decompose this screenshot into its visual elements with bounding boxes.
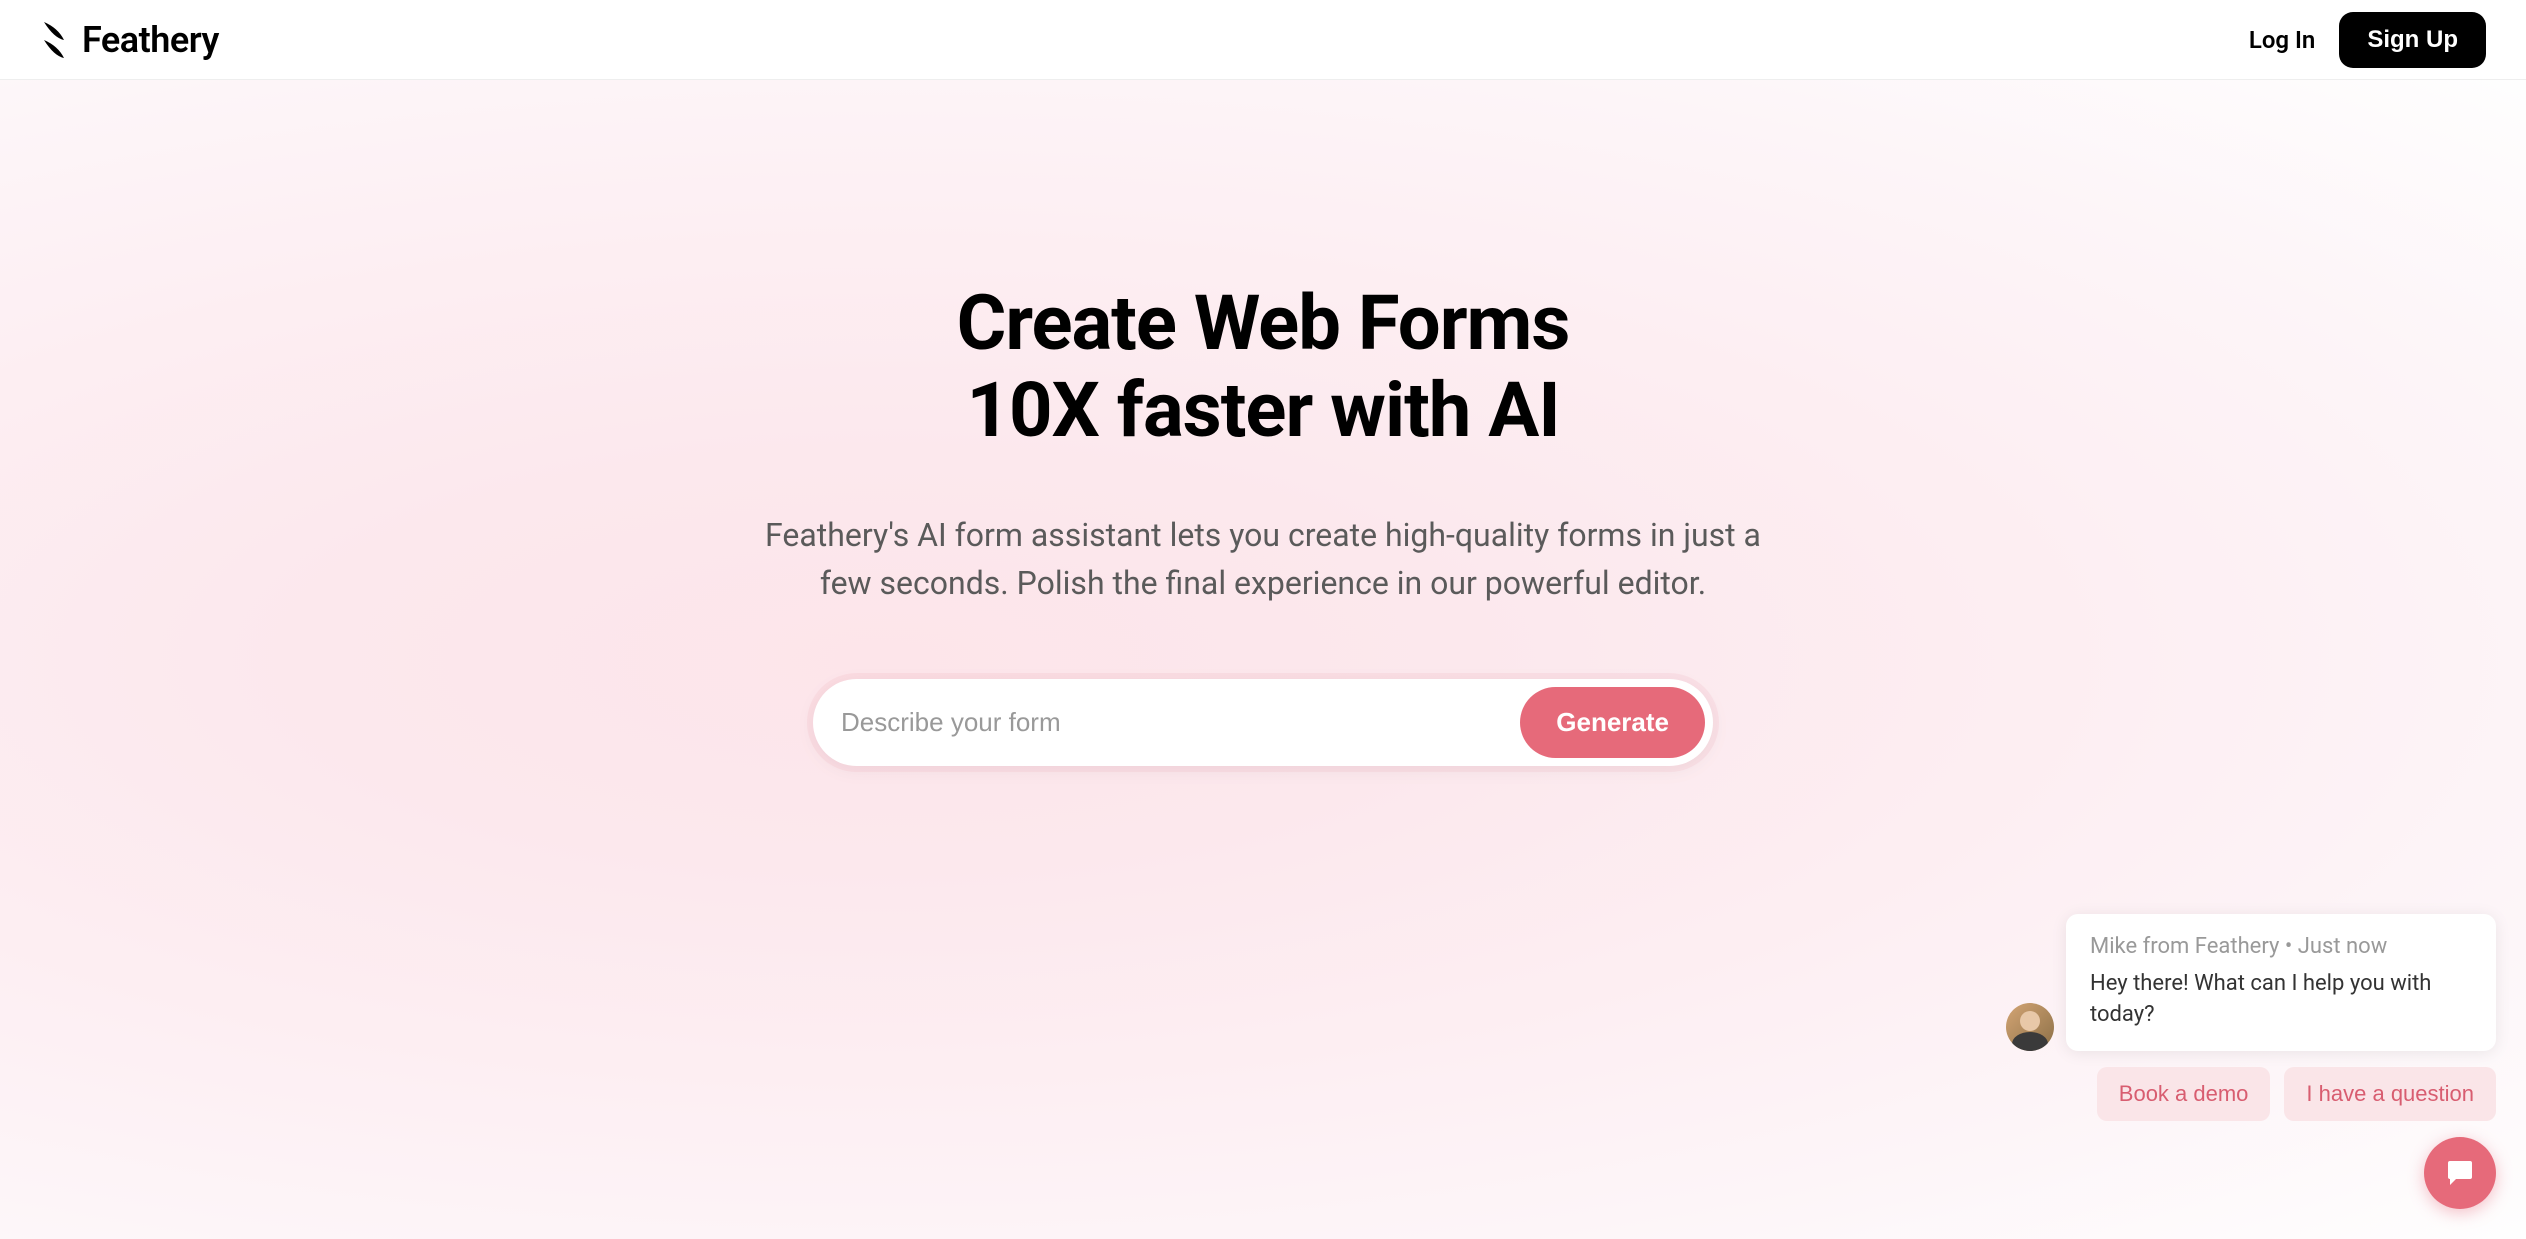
header: Feathery Log In Sign Up [0, 0, 2526, 80]
login-link[interactable]: Log In [2249, 26, 2315, 54]
chat-icon [2442, 1155, 2478, 1191]
chat-avatar [2006, 1003, 2054, 1051]
hero-subtitle: Feathery's AI form assistant lets you cr… [738, 511, 1788, 607]
brand-name: Feathery [82, 19, 219, 61]
chat-widget: Mike from Feathery • Just now Hey there!… [2006, 914, 2496, 1209]
logo[interactable]: Feathery [40, 19, 219, 61]
signup-button[interactable]: Sign Up [2339, 12, 2486, 68]
main-content: Create Web Forms 10X faster with AI Feat… [0, 80, 2526, 1239]
question-button[interactable]: I have a question [2284, 1067, 2496, 1121]
form-generator-container: Generate [813, 679, 1713, 766]
chat-launcher-button[interactable] [2424, 1137, 2496, 1209]
header-actions: Log In Sign Up [2249, 12, 2486, 68]
book-demo-button[interactable]: Book a demo [2097, 1067, 2271, 1121]
form-description-input[interactable] [821, 691, 1520, 754]
feathery-logo-icon [40, 20, 70, 60]
hero-title-line2: 10X faster with AI [966, 365, 1559, 455]
hero-title-line1: Create Web Forms [957, 278, 1570, 368]
chat-message-container: Mike from Feathery • Just now Hey there!… [2006, 914, 2496, 1051]
chat-timestamp: Just now [2298, 934, 2388, 959]
chat-sender: Mike from Feathery [2090, 934, 2279, 959]
chat-bubble[interactable]: Mike from Feathery • Just now Hey there!… [2066, 914, 2496, 1051]
hero-title: Create Web Forms 10X faster with AI [957, 280, 1570, 455]
chat-message-text: Hey there! What can I help you with toda… [2090, 969, 2472, 1031]
chat-quick-actions: Book a demo I have a question [2097, 1067, 2496, 1121]
chat-meta: Mike from Feathery • Just now [2090, 934, 2472, 959]
generate-button[interactable]: Generate [1520, 687, 1705, 758]
